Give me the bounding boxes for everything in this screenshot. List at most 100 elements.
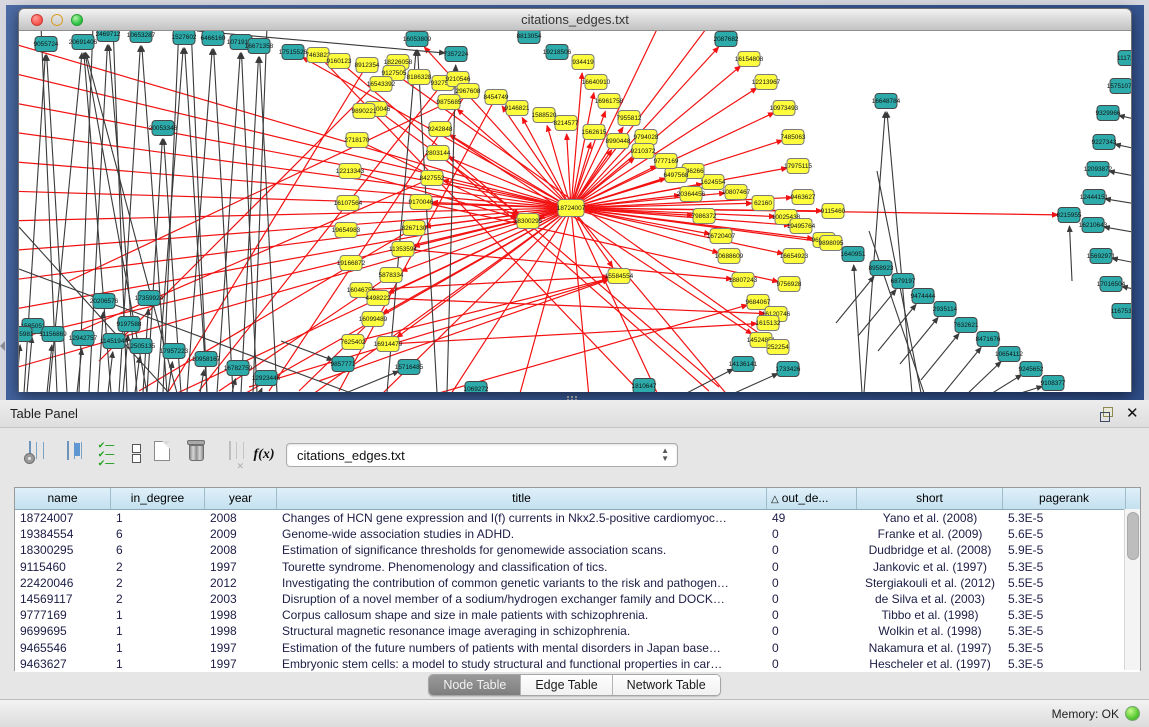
table-cell[interactable]: 1998 (205, 607, 277, 623)
table-row[interactable]: 1938455462009Genome-wide association stu… (15, 526, 1140, 542)
table-cell[interactable]: Corpus callosum shape and size in male p… (277, 607, 767, 623)
table-cell[interactable]: 0 (767, 656, 857, 672)
new-document-icon[interactable] (148, 441, 176, 471)
table-row[interactable]: 946554611997Estimation of the future num… (15, 640, 1140, 656)
table-cell[interactable]: 6 (111, 542, 205, 558)
table-cell[interactable]: Tibbo et al. (1998) (857, 607, 1003, 623)
minimize-window-icon[interactable] (51, 14, 63, 26)
float-panel-icon[interactable] (1100, 407, 1113, 420)
table-cell[interactable]: 1998 (205, 623, 277, 639)
table-cell[interactable]: Estimation of the future numbers of pati… (277, 640, 767, 656)
table-row[interactable]: 2242004622012Investigating the contribut… (15, 575, 1140, 591)
network-canvas[interactable]: 1872400774638229160123891235418226058912… (19, 31, 1131, 392)
table-cell[interactable]: 5.6E-5 (1003, 526, 1126, 542)
table-cell[interactable]: 2 (111, 591, 205, 607)
row-height-icon[interactable] (122, 443, 150, 473)
select-columns-icon[interactable] (54, 442, 82, 472)
table-cell[interactable]: 0 (767, 607, 857, 623)
table-cell[interactable]: de Silva et al. (2003) (857, 591, 1003, 607)
table-cell[interactable]: 2012 (205, 575, 277, 591)
table-cell[interactable]: Jankovic et al. (1997) (857, 559, 1003, 575)
table-cell[interactable]: 0 (767, 526, 857, 542)
table-cell[interactable]: Tourette syndrome. Phenomenology and cla… (277, 559, 767, 575)
table-row[interactable]: 1830029562008Estimation of significance … (15, 542, 1140, 558)
table-cell[interactable]: 5.3E-5 (1003, 559, 1126, 575)
table-cell[interactable]: Stergiakouli et al. (2012) (857, 575, 1003, 591)
panel-divider-grip[interactable] (567, 396, 569, 398)
function-builder-icon[interactable]: f(x) (250, 445, 278, 475)
table-row[interactable]: 1872400712008Changes of HCN gene express… (15, 510, 1140, 526)
table-cell[interactable]: 9777169 (15, 607, 111, 623)
close-window-icon[interactable] (31, 14, 43, 26)
column-header-out_de[interactable]: △out_de... (767, 488, 857, 509)
tab-edge-table[interactable]: Edge Table (521, 675, 612, 695)
memory-ok-icon[interactable] (1125, 706, 1140, 721)
network-window[interactable]: citations_edges.txt 18724007746382291601… (18, 8, 1132, 392)
window-titlebar[interactable]: citations_edges.txt (19, 9, 1131, 31)
table-row[interactable]: 946362711997Embryonic stem cells: a mode… (15, 656, 1140, 672)
table-cell[interactable]: 1 (111, 640, 205, 656)
column-header-in_degree[interactable]: in_degree (111, 488, 205, 509)
table-cell[interactable]: 1 (111, 656, 205, 672)
delete-icon[interactable] (182, 440, 210, 470)
table-cell[interactable]: Genome-wide association studies in ADHD. (277, 526, 767, 542)
table-cell[interactable]: 5.3E-5 (1003, 640, 1126, 656)
table-cell[interactable]: Hescheler et al. (1997) (857, 656, 1003, 672)
column-header-year[interactable]: year (205, 488, 277, 509)
table-cell[interactable]: 5.5E-5 (1003, 575, 1126, 591)
table-cell[interactable]: Wolkin et al. (1998) (857, 623, 1003, 639)
table-selector-dropdown[interactable]: citations_edges.txt ▲▼ (286, 443, 678, 467)
table-cell[interactable]: Changes of HCN gene expression and I(f) … (277, 510, 767, 526)
network-view[interactable]: 1872400774638229160123891235418226058912… (19, 31, 1131, 392)
table-cell[interactable]: 18724007 (15, 510, 111, 526)
table-cell[interactable]: Yano et al. (2008) (857, 510, 1003, 526)
table-cell[interactable]: 2009 (205, 526, 277, 542)
table-cell[interactable]: 5.3E-5 (1003, 623, 1126, 639)
table-cell[interactable]: 0 (767, 640, 857, 656)
table-cell[interactable]: 0 (767, 575, 857, 591)
table-cell[interactable]: 1997 (205, 640, 277, 656)
table-cell[interactable]: 2003 (205, 591, 277, 607)
table-cell[interactable]: 2008 (205, 542, 277, 558)
column-header-short[interactable]: short (857, 488, 1003, 509)
table-cell[interactable]: 9115460 (15, 559, 111, 575)
table-cell[interactable]: Investigating the contribution of common… (277, 575, 767, 591)
table-cell[interactable]: 5.3E-5 (1003, 591, 1126, 607)
table-cell[interactable]: 14569117 (15, 591, 111, 607)
table-cell[interactable]: 6 (111, 526, 205, 542)
table-cell[interactable]: Embryonic stem cells: a model to study s… (277, 656, 767, 672)
table-cell[interactable]: 2008 (205, 510, 277, 526)
table-row[interactable]: 977716911998Corpus callosum shape and si… (15, 607, 1140, 623)
table-cell[interactable]: Franke et al. (2009) (857, 526, 1003, 542)
table-row[interactable]: 969969511998Structural magnetic resonanc… (15, 623, 1140, 639)
column-header-pagerank[interactable]: pagerank (1003, 488, 1126, 509)
table-cell[interactable]: 5.3E-5 (1003, 656, 1126, 672)
table-cell[interactable]: 0 (767, 559, 857, 575)
table-cell[interactable]: Estimation of significance thresholds fo… (277, 542, 767, 558)
collapse-left-icon[interactable] (0, 341, 5, 351)
tab-network-table[interactable]: Network Table (613, 675, 720, 695)
table-cell[interactable]: 22420046 (15, 575, 111, 591)
table-cell[interactable]: Dudbridge et al. (2008) (857, 542, 1003, 558)
select-all-checks-icon[interactable]: ✔—✔—✔— (92, 441, 120, 471)
table-cell[interactable]: 1997 (205, 559, 277, 575)
table-cell[interactable]: 18300295 (15, 542, 111, 558)
table-cell[interactable]: 49 (767, 510, 857, 526)
table-settings-icon[interactable] (16, 442, 44, 472)
table-cell[interactable]: 2 (111, 575, 205, 591)
table-cell[interactable]: 1997 (205, 656, 277, 672)
table-cell[interactable]: Nakamura et al. (1997) (857, 640, 1003, 656)
table-cell[interactable]: 1 (111, 607, 205, 623)
table-cell[interactable]: 5.3E-5 (1003, 607, 1126, 623)
table-row[interactable]: 1456911722003Disruption of a novel membe… (15, 591, 1140, 607)
table-cell[interactable]: Disruption of a novel member of a sodium… (277, 591, 767, 607)
table-cell[interactable]: 1 (111, 510, 205, 526)
scrollbar-thumb[interactable] (1127, 512, 1139, 560)
table-cell[interactable]: 5.3E-5 (1003, 510, 1126, 526)
table-cell[interactable]: 5.9E-5 (1003, 542, 1126, 558)
tab-node-table[interactable]: Node Table (429, 675, 521, 695)
table-cell[interactable]: Structural magnetic resonance image aver… (277, 623, 767, 639)
table-cell[interactable]: 9699695 (15, 623, 111, 639)
table-cell[interactable]: 9463627 (15, 656, 111, 672)
column-header-title[interactable]: title (277, 488, 767, 509)
